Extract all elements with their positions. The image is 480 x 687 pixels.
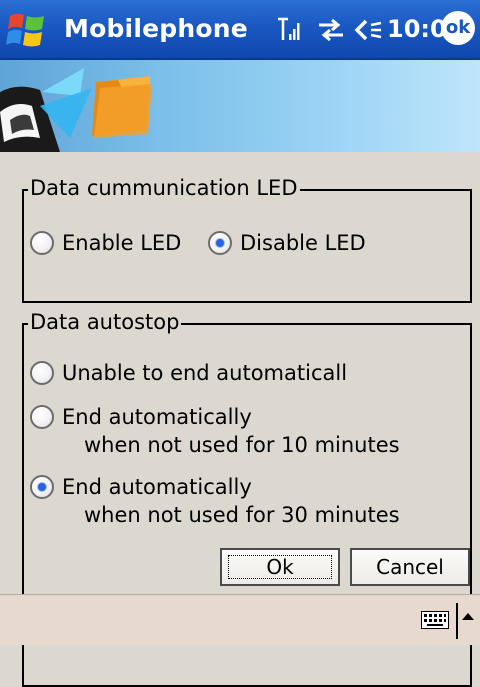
windows-flag-icon[interactable] xyxy=(6,10,48,50)
radio-label: End automatically when not used for 10 m… xyxy=(62,403,400,459)
enable-led-radio[interactable]: Enable LED xyxy=(30,229,181,257)
connectivity-arrows-icon[interactable] xyxy=(316,16,346,44)
keyboard-icon[interactable] xyxy=(421,611,449,629)
radio-circle[interactable] xyxy=(208,231,232,255)
radio-label-line1: End automatically xyxy=(62,405,252,429)
ok-title-button[interactable]: ok xyxy=(441,11,475,45)
radio-label-line1: End automatically xyxy=(62,475,252,499)
radio-circle[interactable] xyxy=(30,361,54,385)
radio-circle[interactable] xyxy=(30,475,54,499)
ok-button[interactable]: Ok xyxy=(220,548,340,586)
radio-label: Unable to end automaticall xyxy=(62,361,348,385)
cancel-button[interactable]: Cancel xyxy=(350,548,470,586)
radio-label: Disable LED xyxy=(240,231,366,255)
bottom-menu-bar xyxy=(0,594,480,645)
radio-label: Enable LED xyxy=(62,231,182,255)
radio-label-line2: when not used for 10 minutes xyxy=(84,433,400,457)
speaker-volume-icon[interactable] xyxy=(353,16,385,44)
unable-to-end-radio[interactable]: Unable to end automaticall xyxy=(30,359,347,387)
led-group-legend: Data cummunication LED xyxy=(28,176,300,200)
disable-led-radio[interactable]: Disable LED xyxy=(208,229,366,257)
radio-circle[interactable] xyxy=(30,231,54,255)
autostop-group-legend: Data autostop xyxy=(28,310,182,334)
radio-label: End automatically when not used for 30 m… xyxy=(62,473,400,529)
end-10-minutes-radio[interactable]: End automatically when not used for 10 m… xyxy=(30,403,400,459)
title-bar: Mobilephone 10:01 ok xyxy=(0,0,480,60)
phone-folder-transfer-icon xyxy=(0,68,152,152)
signal-strength-icon[interactable] xyxy=(277,16,303,42)
end-30-minutes-radio[interactable]: End automatically when not used for 30 m… xyxy=(30,473,400,529)
radio-circle[interactable] xyxy=(30,405,54,429)
header-banner xyxy=(0,60,480,152)
app-title: Mobilephone xyxy=(64,14,248,43)
cancel-button-label: Cancel xyxy=(376,555,444,579)
focus-rect xyxy=(228,555,332,579)
settings-panel: Data cummunication LED Enable LED Disabl… xyxy=(0,152,480,687)
up-arrow-icon[interactable] xyxy=(462,613,474,620)
radio-label-line2: when not used for 30 minutes xyxy=(84,503,400,527)
separator xyxy=(456,603,458,639)
